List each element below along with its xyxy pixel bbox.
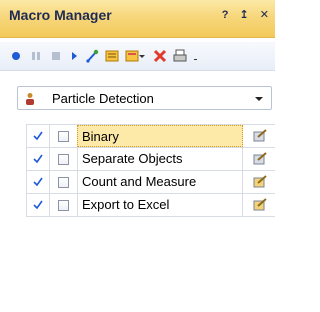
help-icon[interactable]: ? <box>222 9 233 21</box>
stop-icon[interactable] <box>48 48 64 64</box>
edit-step-icon[interactable] <box>244 125 275 147</box>
dropdown-arrow-icon[interactable] <box>138 48 146 64</box>
list-item[interactable]: Separate Objects <box>27 148 275 171</box>
step-name[interactable]: Count and Measure <box>77 171 243 193</box>
enabled-check-icon[interactable] <box>27 125 50 147</box>
step-checkbox[interactable] <box>50 148 76 170</box>
macro-toolbar <box>0 42 275 71</box>
step-checkbox[interactable] <box>50 194 76 216</box>
step-name[interactable]: Export to Excel <box>77 194 243 216</box>
enabled-check-icon[interactable] <box>27 148 50 170</box>
macro-insert-icon[interactable] <box>104 48 120 64</box>
macro-selector[interactable]: Particle Detection <box>17 86 272 110</box>
edit-step-icon[interactable] <box>244 148 275 170</box>
more-icon[interactable] <box>192 48 198 64</box>
pause-icon[interactable] <box>28 48 44 64</box>
record-icon[interactable] <box>8 48 24 64</box>
person-icon <box>24 92 36 109</box>
enabled-check-icon[interactable] <box>27 171 50 193</box>
play-icon[interactable] <box>66 48 82 64</box>
enabled-check-icon[interactable] <box>27 194 50 216</box>
title-bar: Macro Manager ? ↥ ✕ <box>0 0 275 38</box>
step-checkbox[interactable] <box>50 171 76 193</box>
close-icon[interactable]: ✕ <box>260 9 273 21</box>
list-item[interactable]: Binary <box>27 125 275 148</box>
step-name[interactable]: Binary <box>77 125 243 147</box>
chevron-down-icon[interactable] <box>255 97 263 101</box>
edit-step-icon[interactable] <box>244 194 275 216</box>
list-item[interactable]: Export to Excel <box>27 194 275 217</box>
pin-icon[interactable]: ↥ <box>240 9 253 21</box>
delete-icon[interactable] <box>152 48 168 64</box>
step-icon[interactable] <box>84 48 100 64</box>
list-item[interactable]: Count and Measure <box>27 171 275 194</box>
macro-selector-label: Particle Detection <box>52 91 154 106</box>
edit-step-icon[interactable] <box>244 171 275 193</box>
window-title: Macro Manager <box>9 7 112 23</box>
step-checkbox[interactable] <box>50 125 76 147</box>
macro-steps-list: Binary Separate Objects Count and Measur… <box>26 124 275 217</box>
title-buttons[interactable]: ? ↥ ✕ <box>222 8 273 21</box>
step-name[interactable]: Separate Objects <box>77 148 243 170</box>
print-icon[interactable] <box>172 48 188 64</box>
